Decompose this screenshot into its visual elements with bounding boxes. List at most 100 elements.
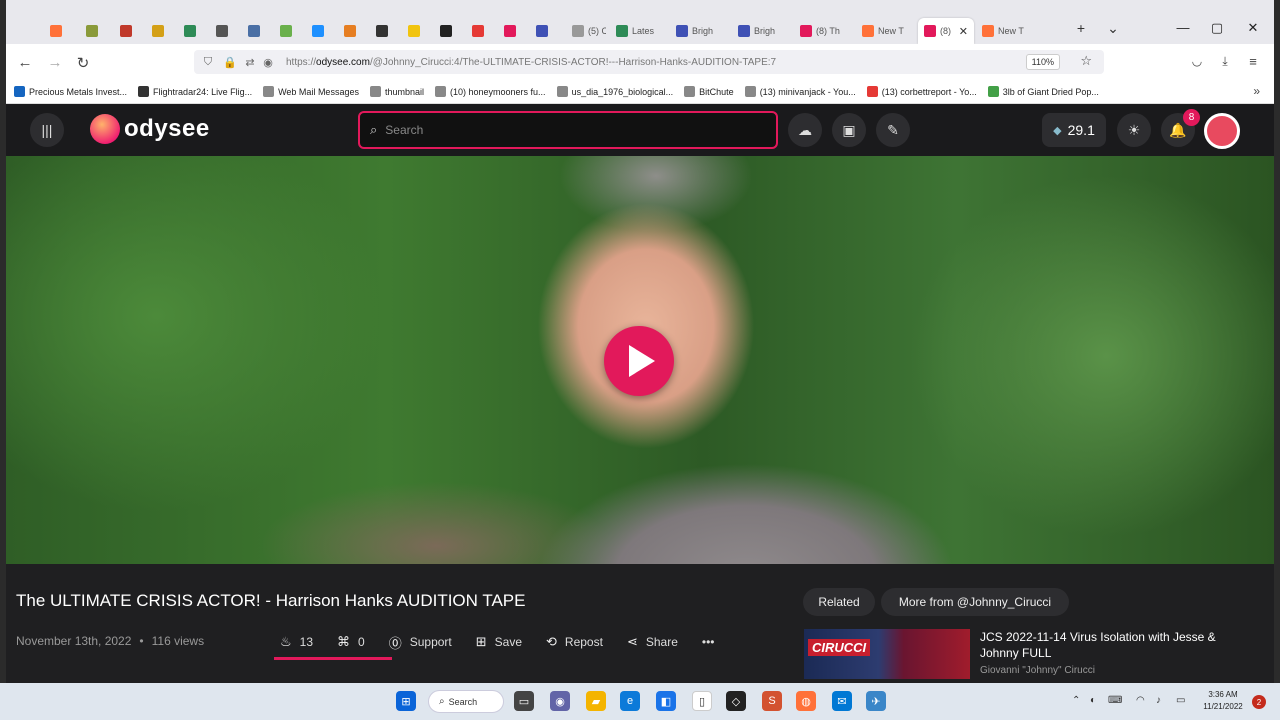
browser-tab[interactable]: [338, 18, 366, 44]
downloads-icon[interactable]: ⤓: [1214, 54, 1236, 69]
video-player[interactable]: [6, 156, 1274, 564]
browser-tab[interactable]: [80, 18, 108, 44]
browser-tab[interactable]: [498, 18, 526, 44]
pocket-icon[interactable]: ◡: [1186, 54, 1208, 68]
publish-post-icon[interactable]: ✎: [876, 113, 910, 147]
repost-button[interactable]: ⟲ Repost: [546, 634, 603, 650]
save-button[interactable]: ⊞ Save: [476, 634, 522, 650]
menu-icon[interactable]: ≡: [1242, 54, 1264, 69]
browser-tab[interactable]: Lates: [610, 18, 666, 44]
browser-tab[interactable]: New T: [856, 18, 914, 44]
bookmark-item[interactable]: Precious Metals Invest...: [14, 86, 127, 97]
browser-tab[interactable]: [370, 18, 398, 44]
task-view-icon[interactable]: ▭: [514, 691, 534, 711]
browser-tab[interactable]: [146, 18, 174, 44]
upload-icon[interactable]: ☁: [788, 113, 822, 147]
app2-icon[interactable]: ✈: [866, 691, 886, 711]
tray-keyboard-icon[interactable]: ⌨: [1108, 695, 1122, 706]
bookmark-item[interactable]: thumbnail: [369, 86, 424, 97]
window-close-button[interactable]: ✕: [1242, 20, 1264, 36]
maximize-button[interactable]: ▢: [1206, 20, 1228, 36]
browser-tab[interactable]: [114, 18, 142, 44]
theme-toggle-icon[interactable]: ☀: [1117, 113, 1151, 147]
bookmark-item[interactable]: (10) honeymooners fu...: [435, 86, 546, 97]
browser-tab[interactable]: [530, 18, 558, 44]
browser-tab[interactable]: Brigh: [732, 18, 790, 44]
browser-tab[interactable]: New T: [976, 18, 1036, 44]
browser-tab[interactable]: [210, 18, 238, 44]
bookmark-star-icon[interactable]: ☆: [1080, 53, 1092, 69]
browser-tab[interactable]: [274, 18, 302, 44]
browser-tab[interactable]: [242, 18, 270, 44]
minimize-button[interactable]: —: [1172, 20, 1194, 35]
url-text[interactable]: https://odysee.com/@Johnny_Cirucci:4/The…: [286, 57, 776, 68]
close-tab-icon[interactable]: ✕: [959, 25, 968, 38]
back-button[interactable]: ←: [14, 54, 36, 71]
browser-tab[interactable]: [402, 18, 430, 44]
related-author[interactable]: Giovanni "Johnny" Cirucci: [980, 665, 1095, 676]
notification-center-badge[interactable]: 2: [1252, 695, 1266, 709]
related-thumbnail[interactable]: CIRUCCI: [804, 629, 970, 679]
notepad-icon[interactable]: ▯: [692, 691, 712, 711]
search-bar[interactable]: ⌕ Search: [358, 111, 778, 149]
zoom-level[interactable]: 110%: [1025, 54, 1060, 70]
slime-button[interactable]: ⌘ 0: [337, 634, 365, 650]
browser-tab[interactable]: (8) Th: [794, 18, 852, 44]
chat-icon[interactable]: ◉: [550, 691, 570, 711]
bookmark-item[interactable]: (13) minivanjack - You...: [744, 86, 856, 97]
related-title[interactable]: JCS 2022-11-14 Virus Isolation with Jess…: [980, 629, 1250, 661]
firefox-icon[interactable]: ◍: [796, 691, 816, 711]
go-live-icon[interactable]: ▣: [832, 113, 866, 147]
browser-tab[interactable]: [44, 18, 72, 44]
camera-permission-icon[interactable]: ◉: [260, 56, 276, 69]
avatar[interactable]: [1204, 113, 1240, 149]
browser-tab[interactable]: Brigh: [670, 18, 728, 44]
more-options-button[interactable]: •••: [702, 635, 715, 649]
battery-icon[interactable]: ▭: [1176, 695, 1185, 706]
browser-tab[interactable]: [434, 18, 462, 44]
wallet-credits[interactable]: ◆ 29.1: [1042, 113, 1106, 147]
shield-icon[interactable]: ⛉: [200, 56, 216, 69]
bookmarks-overflow-icon[interactable]: »: [1253, 84, 1260, 98]
bookmark-item[interactable]: us_dia_1976_biological...: [556, 86, 673, 97]
browser-tab[interactable]: (5) C: [566, 18, 606, 44]
browser-tab[interactable]: [466, 18, 494, 44]
permissions-icon[interactable]: ⇄: [242, 56, 258, 69]
store-icon[interactable]: ◧: [656, 691, 676, 711]
new-tab-button[interactable]: +: [1070, 20, 1092, 36]
volume-icon[interactable]: ♪: [1156, 695, 1161, 706]
bookmark-item[interactable]: BitChute: [684, 86, 734, 97]
bookmark-item[interactable]: (13) corbettreport - Yo...: [866, 86, 977, 97]
tray-app-icon[interactable]: ◐: [1090, 695, 1096, 706]
file-explorer-icon[interactable]: ▰: [586, 691, 606, 711]
app-icon[interactable]: S: [762, 691, 782, 711]
browser-tab[interactable]: [306, 18, 334, 44]
tab-favicon-icon: [312, 25, 324, 37]
tab-more-from-channel[interactable]: More from @Johnny_Cirucci: [881, 588, 1069, 616]
dropbox-icon[interactable]: ◇: [726, 691, 746, 711]
bookmark-item[interactable]: 3lb of Giant Dried Pop...: [987, 86, 1099, 97]
bookmark-item[interactable]: Flightradar24: Live Flig...: [138, 86, 252, 97]
fire-button[interactable]: ♨ 13: [280, 634, 313, 650]
reload-button[interactable]: ↻: [72, 54, 94, 72]
forward-button[interactable]: →: [44, 54, 66, 71]
url-bar[interactable]: ⛉ 🔒 ⇄ ◉ https://odysee.com/@Johnny_Ciruc…: [194, 50, 1104, 74]
odysee-logo[interactable]: odysee: [90, 114, 210, 144]
tab-list-button[interactable]: ⌄: [1102, 20, 1124, 37]
mail-icon[interactable]: ✉: [832, 691, 852, 711]
share-button[interactable]: ⋖ Share: [627, 634, 678, 650]
lock-icon[interactable]: 🔒: [222, 56, 238, 69]
clock[interactable]: 3:36 AM 11/21/2022: [1198, 689, 1248, 713]
browser-tab[interactable]: (8) ✕: [918, 18, 974, 44]
sidebar-toggle-icon[interactable]: |||: [30, 113, 64, 147]
taskbar-search[interactable]: ⌕ Search: [428, 690, 504, 713]
start-button[interactable]: ⊞: [396, 691, 416, 711]
support-button[interactable]: ⓪ Support: [389, 633, 452, 652]
edge-icon[interactable]: e: [620, 691, 640, 711]
browser-tab[interactable]: [178, 18, 206, 44]
tray-overflow-icon[interactable]: ⌃: [1072, 695, 1080, 706]
play-button[interactable]: [604, 326, 674, 396]
wifi-icon[interactable]: ◠: [1136, 695, 1145, 706]
bookmark-item[interactable]: Web Mail Messages: [263, 86, 359, 97]
tab-related[interactable]: Related: [803, 588, 875, 616]
